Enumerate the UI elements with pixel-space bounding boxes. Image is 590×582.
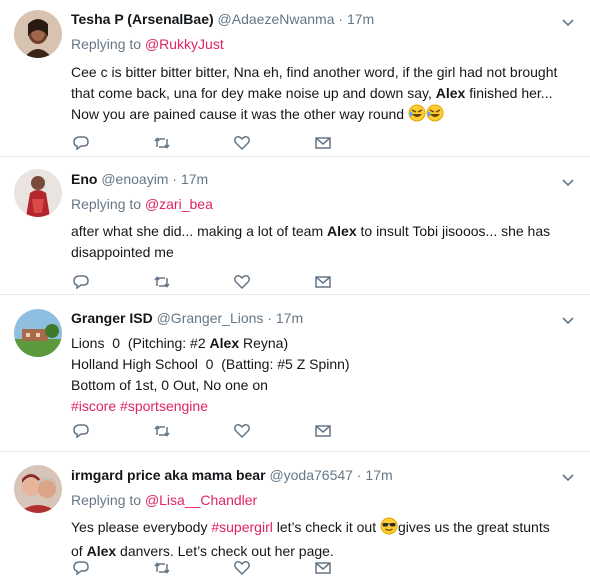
highlighted-term: Alex	[435, 85, 466, 101]
highlighted-term: Alex	[327, 223, 357, 239]
chevron-down-icon[interactable]	[560, 174, 576, 190]
tweet-header: irmgard price aka mama bear @yoda76547 ·…	[71, 464, 560, 486]
tweet-line: Lions 0 (Pitching: #2 Alex Reyna)	[71, 333, 560, 354]
tweet-line: Bottom of 1st, 0 Out, No one on	[71, 377, 268, 393]
avatar[interactable]	[14, 309, 62, 357]
tweet-text-part: let’s check it out	[272, 519, 380, 535]
timestamp[interactable]: 17m	[365, 467, 392, 483]
tweet-actions	[71, 421, 371, 441]
envelope-icon[interactable]	[313, 558, 333, 578]
hashtag-link[interactable]: #iscore	[71, 398, 116, 414]
heart-icon[interactable]	[232, 558, 252, 578]
smiling-face-with-sunglasses-emoji	[380, 517, 398, 541]
reply-target-link[interactable]: @zari_bea	[145, 196, 213, 212]
tweet-text-part: Reyna)	[239, 335, 289, 351]
replying-to: Replying to @RukkyJust	[71, 34, 560, 54]
tweet-actions	[71, 133, 371, 153]
tweet[interactable]: Eno @enoayim · 17m Replying to @zari_bea…	[0, 157, 590, 295]
avatar[interactable]	[14, 10, 62, 58]
envelope-icon[interactable]	[313, 133, 333, 153]
tweet-header: Eno @enoayim · 17m	[71, 168, 560, 190]
display-name[interactable]: Eno	[71, 171, 97, 187]
replying-label: Replying to	[71, 36, 142, 52]
tweet-feed: Tesha P (ArsenalBae) @AdaezeNwanma · 17m…	[0, 0, 590, 582]
replying-to: Replying to @zari_bea	[71, 194, 560, 214]
display-name[interactable]: irmgard price aka mama bear	[71, 467, 266, 483]
hashtag-link[interactable]: #sportsengine	[120, 398, 208, 414]
reply-target-link[interactable]: @RukkyJust	[145, 36, 224, 52]
avatar[interactable]	[14, 169, 62, 217]
timestamp[interactable]: 17m	[347, 11, 374, 27]
retweet-icon[interactable]	[152, 421, 172, 441]
reply-target-link[interactable]: @Lisa__Chandler	[145, 492, 257, 508]
timestamp[interactable]: 17m	[276, 310, 303, 326]
tweet-actions	[71, 558, 371, 578]
timestamp[interactable]: 17m	[181, 171, 208, 187]
reply-icon[interactable]	[71, 421, 91, 441]
separator-dot: ·	[338, 11, 344, 27]
tweet[interactable]: irmgard price aka mama bear @yoda76547 ·…	[0, 452, 590, 582]
tweet-text: Yes please everybody #supergirl let’s ch…	[71, 517, 560, 562]
heart-icon[interactable]	[232, 272, 252, 292]
separator-dot: ·	[356, 467, 362, 483]
tweet-text: after what she did... making a lot of te…	[71, 221, 560, 263]
reply-icon[interactable]	[71, 272, 91, 292]
username[interactable]: @AdaezeNwanma	[218, 11, 335, 27]
envelope-icon[interactable]	[313, 421, 333, 441]
avatar[interactable]	[14, 465, 62, 513]
replying-label: Replying to	[71, 196, 142, 212]
retweet-icon[interactable]	[152, 558, 172, 578]
highlighted-term: Alex	[86, 543, 117, 559]
rolling-on-floor-laughing-emoji	[408, 104, 426, 128]
display-name[interactable]: Granger ISD	[71, 310, 153, 326]
username[interactable]: @yoda76547	[269, 467, 353, 483]
tweet-header: Granger ISD @Granger_Lions · 17m	[71, 307, 560, 329]
tweet-line: Holland High School 0 (Batting: #5 Z Spi…	[71, 356, 350, 372]
chevron-down-icon[interactable]	[560, 14, 576, 30]
replying-to: Replying to @Lisa__Chandler	[71, 490, 560, 510]
retweet-icon[interactable]	[152, 272, 172, 292]
heart-icon[interactable]	[232, 133, 252, 153]
tweet-header: Tesha P (ArsenalBae) @AdaezeNwanma · 17m	[71, 8, 560, 30]
tweet-line: #iscore #sportsengine	[71, 396, 560, 417]
reply-icon[interactable]	[71, 133, 91, 153]
tweet-actions	[71, 272, 371, 292]
username[interactable]: @Granger_Lions	[157, 310, 264, 326]
chevron-down-icon[interactable]	[560, 312, 576, 328]
tweet[interactable]: Granger ISD @Granger_Lions · 17m Lions 0…	[0, 295, 590, 452]
highlighted-term: Alex	[209, 335, 240, 351]
tweet-text-part: Lions 0 (Pitching: #2	[71, 335, 210, 351]
heart-icon[interactable]	[232, 421, 252, 441]
tweet-text: Lions 0 (Pitching: #2 Alex Reyna) Hollan…	[71, 333, 560, 417]
separator-dot: ·	[172, 171, 178, 187]
retweet-icon[interactable]	[152, 133, 172, 153]
envelope-icon[interactable]	[313, 272, 333, 292]
chevron-down-icon[interactable]	[560, 469, 576, 485]
tweet-text-part: after what she did... making a lot of te…	[71, 223, 328, 239]
tweet-text-part: danvers. Let’s check out her page.	[116, 543, 334, 559]
display-name[interactable]: Tesha P (ArsenalBae)	[71, 11, 214, 27]
rolling-on-floor-laughing-emoji	[426, 104, 444, 128]
reply-icon[interactable]	[71, 558, 91, 578]
hashtag-link[interactable]: #supergirl	[211, 519, 272, 535]
tweet-text-part: Yes please everybody	[71, 519, 212, 535]
replying-label: Replying to	[71, 492, 142, 508]
username[interactable]: @enoayim	[101, 171, 168, 187]
tweet-text: Cee c is bitter bitter bitter, Nna eh, f…	[71, 62, 560, 128]
tweet[interactable]: Tesha P (ArsenalBae) @AdaezeNwanma · 17m…	[0, 0, 590, 157]
separator-dot: ·	[267, 310, 272, 326]
